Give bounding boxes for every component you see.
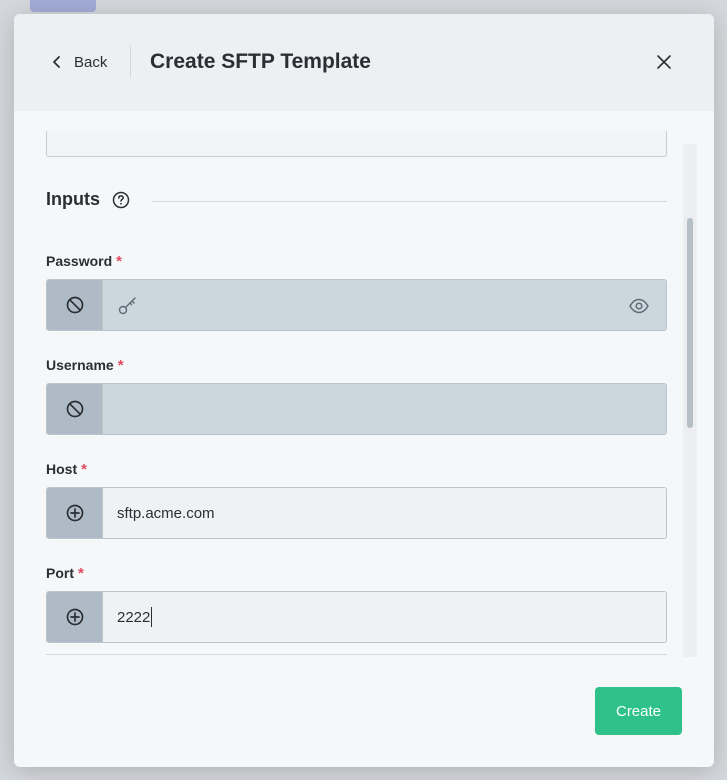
plus-circle-icon <box>66 504 83 522</box>
back-button[interactable]: Back <box>50 50 107 74</box>
required-mark: * <box>117 357 124 374</box>
port-label: Port * <box>46 565 84 582</box>
scrollbar-thumb[interactable] <box>687 218 693 428</box>
back-label: Back <box>74 53 108 71</box>
username-label: Username * <box>46 357 124 374</box>
password-label: Password * <box>46 253 122 270</box>
host-label: Host * <box>46 461 87 478</box>
required-mark: * <box>81 461 87 478</box>
port-value: 2222 <box>117 608 151 626</box>
username-field[interactable] <box>46 383 667 435</box>
port-field[interactable]: 2222 <box>46 591 667 643</box>
footer-divider <box>46 654 667 655</box>
section-divider <box>152 201 667 202</box>
close-icon[interactable] <box>654 52 674 72</box>
port-toggle-button[interactable] <box>47 592 103 642</box>
username-toggle-button[interactable] <box>47 384 103 434</box>
block-icon <box>66 400 83 418</box>
modal-title: Create SFTP Template <box>150 50 371 73</box>
host-label-text: Host <box>46 461 78 477</box>
password-field[interactable] <box>46 279 667 331</box>
port-input[interactable]: 2222 <box>103 592 666 642</box>
host-input[interactable]: sftp.acme.com <box>103 488 666 538</box>
required-mark: * <box>116 253 122 270</box>
username-input[interactable] <box>103 384 666 434</box>
section-title: Inputs <box>46 189 100 209</box>
previous-field <box>46 131 667 157</box>
text-cursor <box>151 607 153 627</box>
create-button[interactable]: Create <box>595 687 682 735</box>
background-button <box>30 0 96 12</box>
host-field[interactable]: sftp.acme.com <box>46 487 667 539</box>
password-input[interactable] <box>103 280 666 330</box>
password-label-text: Password <box>46 253 113 269</box>
username-label-text: Username <box>46 357 114 373</box>
block-icon <box>66 296 83 314</box>
password-toggle-button[interactable] <box>47 280 103 330</box>
help-circle-icon[interactable] <box>112 191 130 209</box>
create-template-modal: Back Create SFTP Template Inputs Passwor… <box>14 14 714 767</box>
modal-body: Inputs Password * Username * Host * sftp… <box>14 111 714 671</box>
key-icon <box>118 297 136 315</box>
port-label-text: Port <box>46 565 74 581</box>
chevron-left-icon <box>53 56 60 68</box>
inputs-section-header: Inputs <box>46 189 130 210</box>
host-value: sftp.acme.com <box>117 504 215 522</box>
required-mark: * <box>78 565 84 582</box>
header-divider <box>130 46 131 78</box>
modal-header: Back Create SFTP Template <box>14 14 714 111</box>
plus-circle-icon <box>66 608 83 626</box>
eye-icon[interactable] <box>628 295 650 317</box>
host-toggle-button[interactable] <box>47 488 103 538</box>
